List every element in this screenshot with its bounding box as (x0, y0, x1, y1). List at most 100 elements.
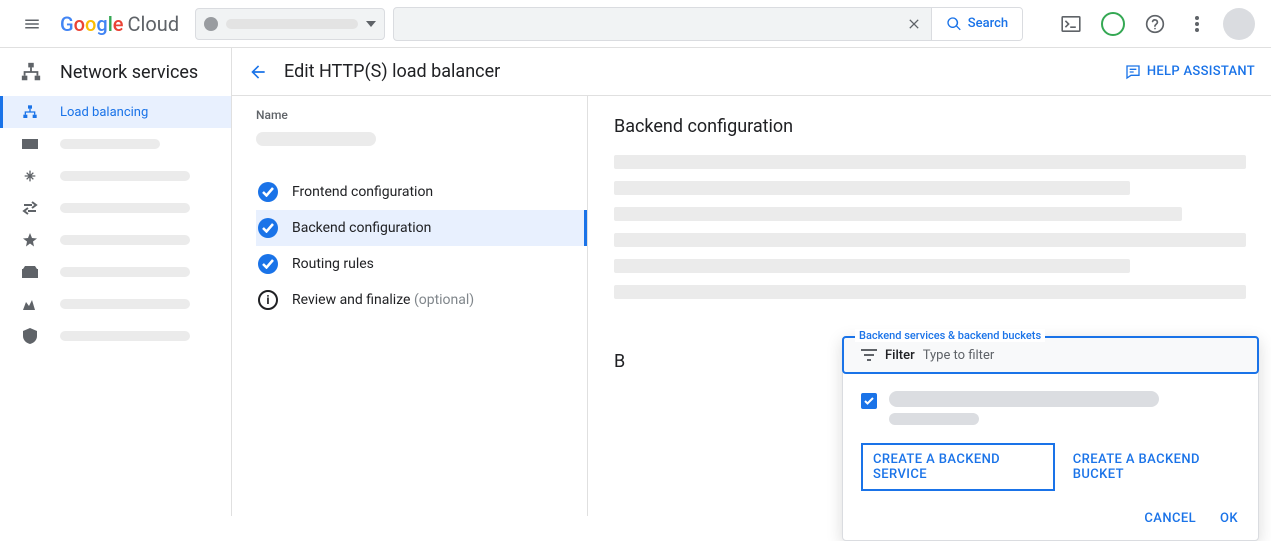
sidebar-item[interactable] (0, 288, 231, 320)
redacted-line (614, 181, 1130, 195)
hamburger-icon (23, 15, 41, 33)
menu-button[interactable] (12, 4, 52, 44)
step-label: Backend configuration (292, 220, 431, 236)
popup-footer: CANCEL OK (843, 501, 1258, 540)
name-value-redacted (256, 132, 376, 146)
search-clear-button[interactable] (897, 16, 931, 32)
sidebar-title-text: Network services (60, 62, 198, 83)
step-backend[interactable]: Backend configuration (256, 210, 587, 246)
sidebar-icon (20, 168, 40, 184)
redacted-line (614, 233, 1246, 247)
avatar-icon (1223, 8, 1255, 40)
check-icon (258, 182, 278, 202)
sidebar-item[interactable] (0, 224, 231, 256)
page-header: Edit HTTP(S) load balancer HELP ASSISTAN… (232, 48, 1271, 96)
redacted-line (614, 285, 1246, 299)
more-button[interactable] (1177, 4, 1217, 44)
step-label: Routing rules (292, 256, 374, 272)
sidebar-icon (20, 233, 40, 247)
top-bar: Google Cloud Search (0, 0, 1271, 48)
popup-actions: CREATE A BACKEND SERVICE CREATE A BACKEN… (861, 443, 1240, 491)
chat-icon (1125, 64, 1141, 80)
logo-cloud: Cloud (128, 12, 180, 36)
sidebar-item-redacted (60, 299, 190, 309)
help-icon (1145, 14, 1165, 34)
back-button[interactable] (248, 62, 268, 82)
network-services-icon (20, 61, 42, 83)
sidebar-item-redacted (60, 235, 190, 245)
left-column: Name Frontend configuration Backend conf… (232, 96, 588, 516)
redacted-line (614, 155, 1246, 169)
sidebar-item[interactable] (0, 160, 231, 192)
terminal-icon (1061, 16, 1081, 32)
step-review[interactable]: i Review and finalize (optional) (256, 282, 563, 318)
redacted-pill (889, 391, 1159, 407)
popup-body: CREATE A BACKEND SERVICE CREATE A BACKEN… (843, 373, 1258, 501)
top-right-actions (1051, 4, 1259, 44)
check-icon (258, 218, 278, 238)
account-button[interactable] (1219, 4, 1259, 44)
filter-icon (861, 349, 877, 361)
sidebar-item[interactable] (0, 256, 231, 288)
cloud-shell-button[interactable] (1051, 4, 1091, 44)
cancel-button[interactable]: CANCEL (1144, 511, 1196, 526)
page-title: Edit HTTP(S) load balancer (284, 61, 500, 82)
backend-picker-popup: Backend services & backend buckets Filte… (842, 336, 1259, 541)
search-button[interactable]: Search (931, 8, 1022, 40)
help-button[interactable] (1135, 4, 1175, 44)
caret-down-icon (366, 21, 376, 27)
search-bar: Search (393, 7, 1023, 41)
search-icon (946, 16, 962, 32)
sidebar-icon (20, 138, 40, 150)
load-balancing-icon (20, 104, 40, 120)
main-area: Network services Load balancing Edit HTT… (0, 48, 1271, 516)
popup-legend: Backend services & backend buckets (855, 329, 1045, 342)
name-label: Name (256, 108, 563, 122)
filter-row[interactable]: Filter Type to filter (843, 337, 1258, 373)
project-picker[interactable] (195, 8, 385, 40)
more-vert-icon (1195, 16, 1199, 32)
ok-button[interactable]: OK (1220, 511, 1238, 526)
logo[interactable]: Google Cloud (60, 12, 179, 36)
step-label: Review and finalize (optional) (292, 292, 474, 308)
filter-hint: Type to filter (923, 348, 995, 363)
green-circle-icon (1101, 12, 1125, 36)
project-name-redacted (226, 19, 358, 29)
sidebar-item-load-balancing[interactable]: Load balancing (0, 96, 231, 128)
sidebar-icon (20, 266, 40, 278)
backend-config-title: Backend configuration (614, 116, 1259, 137)
create-backend-service-button[interactable]: CREATE A BACKEND SERVICE (861, 443, 1055, 491)
sidebar-title: Network services (0, 48, 231, 96)
content: Edit HTTP(S) load balancer HELP ASSISTAN… (232, 48, 1271, 516)
sidebar-item-redacted (60, 171, 190, 181)
check-icon (258, 254, 278, 274)
sidebar-item-redacted (60, 331, 190, 341)
step-routing[interactable]: Routing rules (256, 246, 563, 282)
sidebar-item[interactable] (0, 320, 231, 352)
backend-option-text (889, 391, 1159, 425)
step-label: Frontend configuration (292, 184, 433, 200)
sidebar-list: Load balancing (0, 96, 231, 352)
sidebar-item[interactable] (0, 128, 231, 160)
step-frontend[interactable]: Frontend configuration (256, 174, 563, 210)
redacted-pill (889, 413, 979, 425)
sidebar-item-redacted (60, 267, 190, 277)
close-icon (906, 16, 922, 32)
info-icon: i (258, 290, 278, 310)
status-indicator[interactable] (1093, 4, 1133, 44)
sidebar-item-redacted (60, 139, 160, 149)
sidebar-item-label: Load balancing (60, 105, 148, 120)
backend-option-row[interactable] (861, 391, 1240, 425)
checkbox-checked[interactable] (861, 393, 877, 409)
help-assistant-label: HELP ASSISTANT (1147, 64, 1255, 79)
redacted-line (614, 259, 1130, 273)
arrow-left-icon (248, 62, 268, 82)
sidebar-item[interactable] (0, 192, 231, 224)
search-button-label: Search (968, 16, 1008, 31)
search-input[interactable] (394, 8, 897, 40)
sidebar-item-redacted (60, 203, 190, 213)
help-assistant-button[interactable]: HELP ASSISTANT (1125, 64, 1255, 80)
create-backend-bucket-button[interactable]: CREATE A BACKEND BUCKET (1073, 452, 1240, 482)
logo-google: Google (60, 12, 124, 36)
sidebar-icon (20, 201, 40, 215)
